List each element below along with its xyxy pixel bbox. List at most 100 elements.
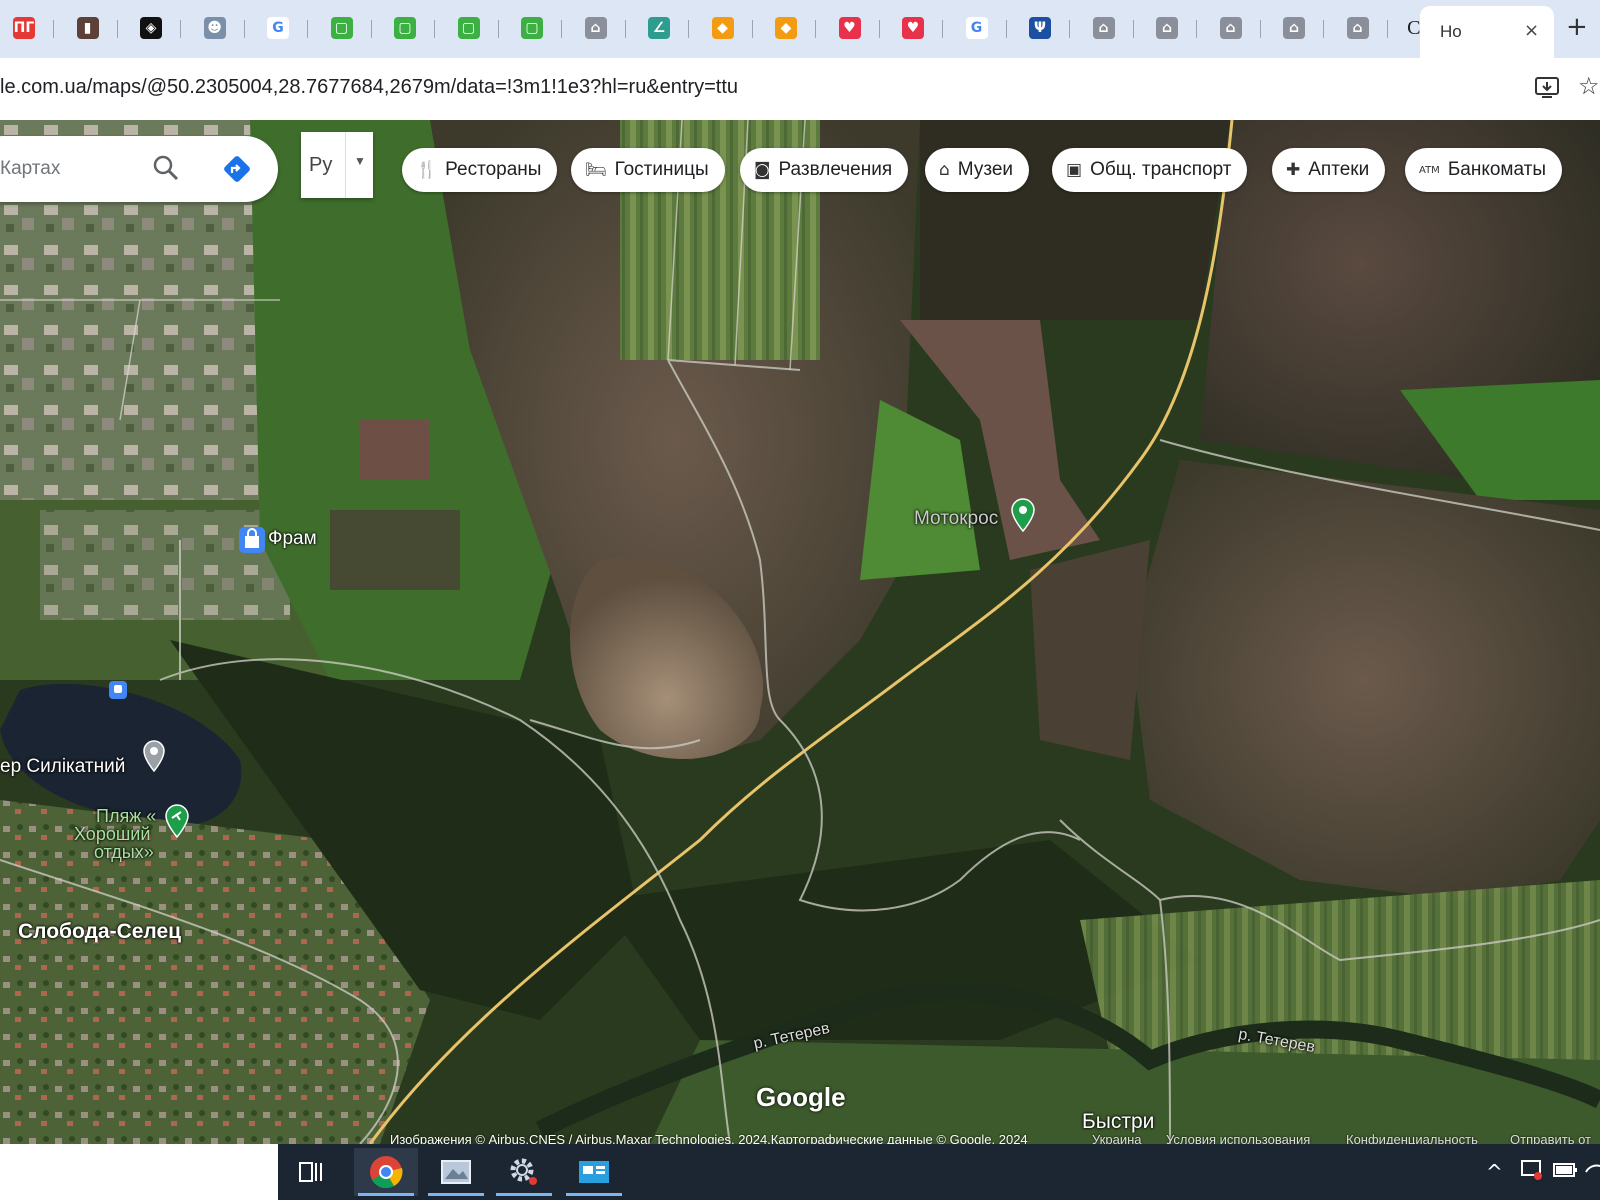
browser-tab[interactable]: ⌂: [1264, 8, 1324, 48]
red-heart-icon: ♥: [838, 17, 861, 39]
taskbar-photos-button[interactable]: [424, 1148, 488, 1196]
notification-icon[interactable]: [1520, 1158, 1544, 1182]
chip-label: Музеи: [957, 159, 1014, 180]
directions-icon[interactable]: [222, 154, 252, 184]
place-label-lake[interactable]: ер Силікатний: [0, 756, 125, 778]
taskbar-chrome-button[interactable]: [354, 1148, 418, 1196]
tab-separator: [180, 20, 181, 38]
green-chat-icon: ▢: [394, 17, 416, 39]
tab-separator: [1069, 20, 1070, 38]
browser-tab[interactable]: ▢: [502, 8, 562, 48]
close-tab-icon[interactable]: ×: [1524, 20, 1539, 41]
tab-separator: [497, 20, 499, 38]
satellite-map[interactable]: Картах Ру ▼ 🍴 Рестораны 🛏 Гостиницы ◙ Ра…: [0, 120, 1600, 1144]
green-chat-icon: ▢: [457, 17, 480, 39]
category-chip-hotels[interactable]: 🛏 Гостиницы: [571, 148, 725, 192]
browser-tab[interactable]: ▢: [439, 8, 499, 48]
footer-link-country[interactable]: Украина: [1092, 1132, 1142, 1144]
task-view-icon: [299, 1162, 322, 1182]
browser-tab[interactable]: G: [248, 8, 308, 48]
browser-tab[interactable]: ▢: [375, 8, 435, 48]
new-tab-button[interactable]: +: [1566, 12, 1588, 42]
category-chip-transit[interactable]: ▣ Общ. транспорт: [1052, 148, 1248, 192]
browser-tab[interactable]: ⌂: [1328, 8, 1388, 48]
category-chip-entertainment[interactable]: ◙ Развлечения: [740, 148, 909, 192]
footer-link-privacy[interactable]: Конфиденциальность: [1346, 1132, 1478, 1144]
browser-tab[interactable]: G: [947, 8, 1007, 48]
green-map-pin-icon[interactable]: [1010, 498, 1036, 532]
browser-tab[interactable]: Ψ: [1010, 8, 1070, 48]
windows-taskbar: ^: [0, 1144, 1600, 1200]
active-indicator: [428, 1193, 484, 1196]
browser-tab[interactable]: ⌂: [1074, 8, 1134, 48]
browser-tab[interactable]: ▢: [312, 8, 372, 48]
browser-tab[interactable]: ♥: [883, 8, 943, 48]
url-field[interactable]: le.com.ua/maps/@50.2305004,28.7677684,26…: [0, 76, 738, 99]
gray-map-pin-icon[interactable]: [142, 740, 166, 772]
search-placeholder[interactable]: Картах: [0, 158, 60, 180]
browser-tab[interactable]: ◆: [756, 8, 816, 48]
place-label-motocross[interactable]: Мотокрос: [914, 508, 998, 530]
train-station-icon[interactable]: [108, 680, 128, 700]
browser-tab[interactable]: ПГ: [0, 8, 54, 48]
language-selector[interactable]: Ру ▼: [301, 132, 373, 198]
chip-label: Банкоматы: [1447, 159, 1547, 180]
chevron-down-icon: ▼: [354, 154, 366, 168]
search-icon[interactable]: [152, 154, 180, 182]
browser-tab[interactable]: ♥: [820, 8, 880, 48]
chip-label: Аптеки: [1308, 159, 1370, 180]
map-attribution-bar: Изображения © Airbus,CNES / Airbus,Maxar…: [0, 1132, 1600, 1144]
bookmark-star-icon[interactable]: ☆: [1578, 72, 1600, 100]
museum-icon: ⌂: [939, 160, 950, 180]
browser-tab[interactable]: ◈: [121, 8, 181, 48]
government-building-icon: ⌂: [1283, 17, 1305, 39]
beach-pin-icon[interactable]: [164, 804, 190, 838]
people-photo-icon: ☻: [203, 17, 226, 39]
category-chip-restaurants[interactable]: 🍴 Рестораны: [402, 148, 558, 192]
tab-separator: [624, 20, 626, 38]
wifi-icon[interactable]: [1584, 1158, 1600, 1182]
browser-tab[interactable]: ◆: [693, 8, 753, 48]
battery-icon[interactable]: [1552, 1160, 1578, 1180]
google-logo: Google: [756, 1082, 846, 1112]
taskbar-settings-button[interactable]: [492, 1148, 556, 1196]
taskbar-app-button[interactable]: [562, 1148, 626, 1196]
window-app-icon: [579, 1161, 609, 1183]
show-hidden-icons-chevron-icon[interactable]: ^: [1486, 1160, 1503, 1184]
satellite-imagery: [0, 120, 1600, 1144]
tab-strip: ПГ▮◈☻G▢▢▢▢⌂∠◆◆♥♥GΨ⌂⌂⌂⌂⌂CH: [0, 0, 1600, 58]
tab-separator: [1323, 20, 1324, 38]
place-label-fram[interactable]: Фрам: [268, 528, 317, 550]
footer-link-terms[interactable]: Условия использования: [1166, 1132, 1310, 1144]
browser-tab[interactable]: ⌂: [1137, 8, 1197, 48]
browser-tab[interactable]: ⌂: [1201, 8, 1261, 48]
camera-icon: ◙: [754, 160, 771, 180]
browser-tab[interactable]: ☻: [185, 8, 245, 48]
chip-label: Общ. транспорт: [1090, 159, 1232, 180]
task-view-button[interactable]: [284, 1148, 340, 1196]
install-app-icon[interactable]: [1534, 74, 1560, 100]
category-chip-museums[interactable]: ⌂ Музеи: [925, 148, 1030, 192]
government-building-icon: ⌂: [1346, 17, 1369, 39]
chip-label: Рестораны: [445, 159, 542, 180]
place-label-beach-line3[interactable]: отдых»: [94, 842, 154, 863]
shopping-bag-icon[interactable]: [238, 526, 266, 554]
browser-tab[interactable]: ▮: [58, 8, 118, 48]
category-chip-pharmacies[interactable]: ✚ Аптеки: [1272, 148, 1386, 192]
active-tab-title: Но: [1440, 22, 1462, 41]
taskbar-search-field[interactable]: [0, 1144, 278, 1200]
browser-tab[interactable]: ⌂: [566, 8, 626, 48]
footer-link-feedback[interactable]: Отправить от: [1510, 1132, 1591, 1144]
tab-separator: [1132, 20, 1134, 38]
place-label-town[interactable]: Быстри: [1082, 1110, 1154, 1134]
tab-separator: [942, 20, 943, 38]
place-label-village[interactable]: Слобода-Селец: [18, 920, 181, 944]
language-dropdown[interactable]: ▼: [345, 132, 374, 198]
active-tab[interactable]: Но ×: [1420, 6, 1554, 58]
tab-separator: [1196, 20, 1197, 38]
browser-tab[interactable]: ∠: [629, 8, 689, 48]
category-chip-atms[interactable]: ATM Банкоматы: [1405, 148, 1563, 192]
diamond-logo-icon: ◈: [140, 17, 162, 39]
tab-separator: [878, 20, 880, 38]
imagery-attribution: Изображения © Airbus,CNES / Airbus,Maxar…: [390, 1132, 1028, 1144]
